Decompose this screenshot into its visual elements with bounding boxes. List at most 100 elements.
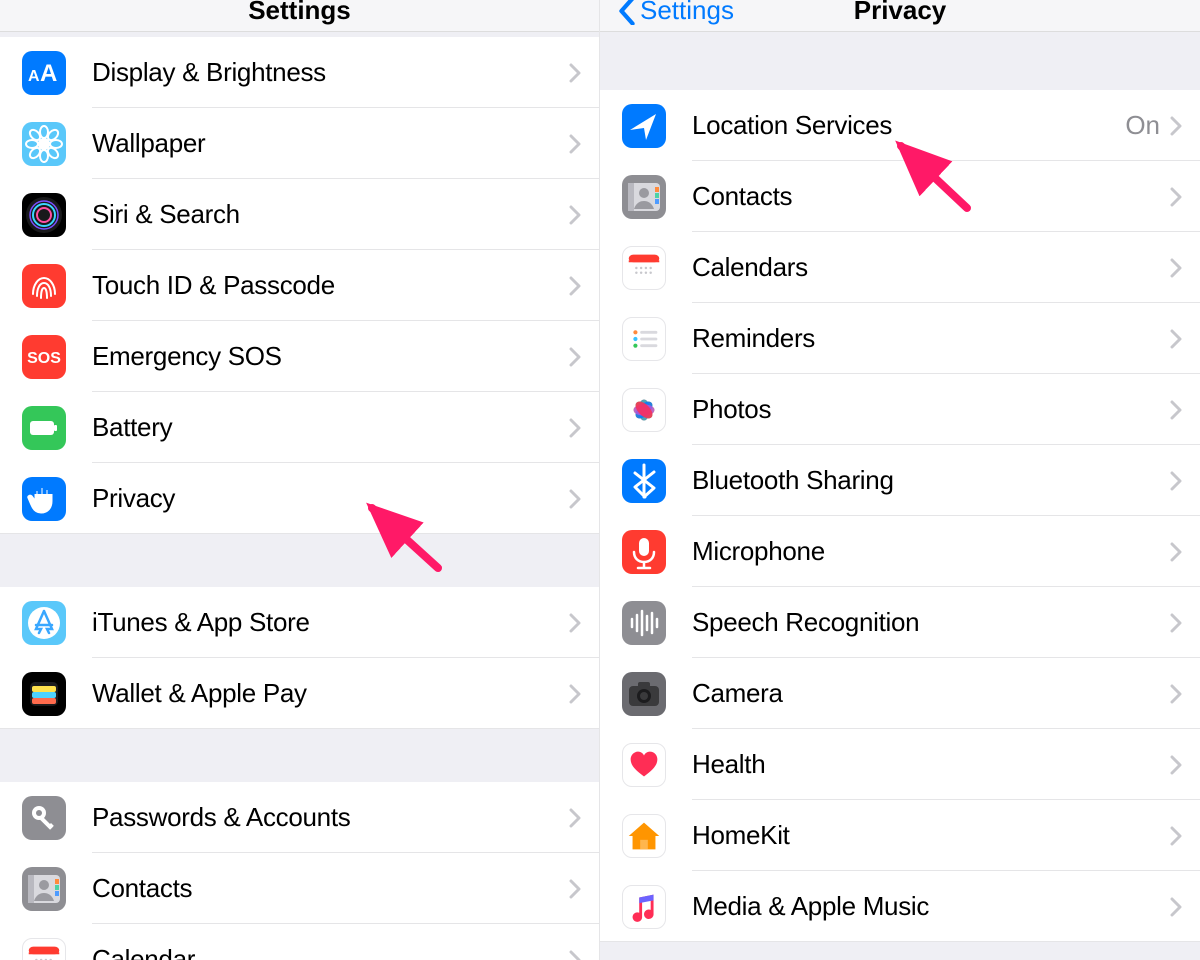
row-label: Calendar <box>92 944 569 960</box>
row-label: Privacy <box>92 483 569 514</box>
chevron-right-icon <box>569 276 581 296</box>
row-bluetooth-sharing[interactable]: Bluetooth Sharing <box>600 445 1200 516</box>
row-label: Emergency SOS <box>92 341 569 372</box>
row-touch-id[interactable]: Touch ID & Passcode <box>0 250 599 321</box>
battery-icon <box>22 406 66 450</box>
row-label: Contacts <box>692 181 1170 212</box>
chevron-right-icon <box>569 205 581 225</box>
row-label: Bluetooth Sharing <box>692 465 1170 496</box>
row-contacts[interactable]: Contacts <box>0 853 599 924</box>
contacts-icon <box>22 867 66 911</box>
chevron-right-icon <box>569 613 581 633</box>
row-label: Health <box>692 749 1170 780</box>
settings-group: Location ServicesOn Contacts Calendars Remi… <box>600 90 1200 942</box>
section-spacer <box>0 729 599 782</box>
chevron-right-icon <box>1170 471 1182 491</box>
navbar-title: Settings <box>248 0 351 23</box>
photos-icon <box>622 388 666 432</box>
chevron-right-icon <box>1170 187 1182 207</box>
back-button[interactable]: Settings <box>618 0 734 26</box>
row-label: Passwords & Accounts <box>92 802 569 833</box>
location-icon <box>622 104 666 148</box>
row-itunes-app-store[interactable]: iTunes & App Store <box>0 587 599 658</box>
row-label: Siri & Search <box>92 199 569 230</box>
row-microphone[interactable]: Microphone <box>600 516 1200 587</box>
chevron-right-icon <box>569 684 581 704</box>
camera-icon <box>622 672 666 716</box>
settings-group: Passwords & Accounts Contacts Calendar <box>0 782 599 960</box>
calendar-icon <box>622 246 666 290</box>
navbar-settings: Settings <box>0 0 599 32</box>
row-label: Contacts <box>92 873 569 904</box>
row-label: Location Services <box>692 110 1125 141</box>
chevron-right-icon <box>569 418 581 438</box>
chevron-right-icon <box>1170 542 1182 562</box>
section-spacer <box>0 534 599 587</box>
flower-icon <box>22 122 66 166</box>
key-icon <box>22 796 66 840</box>
row-calendars[interactable]: Calendars <box>600 232 1200 303</box>
chevron-right-icon <box>569 489 581 509</box>
chevron-right-icon <box>1170 400 1182 420</box>
row-homekit[interactable]: HomeKit <box>600 800 1200 871</box>
fingerprint-icon <box>22 264 66 308</box>
divider <box>0 728 599 729</box>
row-label: Camera <box>692 678 1170 709</box>
row-passwords-accounts[interactable]: Passwords & Accounts <box>0 782 599 853</box>
calendar-icon <box>22 938 66 960</box>
screenshot-container: Settings Display & Brightness Wallpaper Si… <box>0 0 1200 960</box>
divider <box>0 533 599 534</box>
row-calendar[interactable]: Calendar <box>0 924 599 960</box>
chevron-right-icon <box>1170 116 1182 136</box>
row-speech-recognition[interactable]: Speech Recognition <box>600 587 1200 658</box>
wallet-icon <box>22 672 66 716</box>
chevron-right-icon <box>1170 329 1182 349</box>
heart-icon <box>622 743 666 787</box>
row-wallet[interactable]: Wallet & Apple Pay <box>0 658 599 729</box>
home-icon <box>622 814 666 858</box>
row-contacts[interactable]: Contacts <box>600 161 1200 232</box>
navbar-privacy: Settings Privacy <box>600 0 1200 32</box>
settings-pane: Settings Display & Brightness Wallpaper Si… <box>0 0 600 960</box>
row-reminders[interactable]: Reminders <box>600 303 1200 374</box>
row-health[interactable]: Health <box>600 729 1200 800</box>
row-label: Photos <box>692 394 1170 425</box>
row-label: Display & Brightness <box>92 57 569 88</box>
waveform-icon <box>622 601 666 645</box>
chevron-right-icon <box>569 63 581 83</box>
row-value: On <box>1125 110 1160 141</box>
privacy-pane: Settings Privacy Location ServicesOn Cont… <box>600 0 1200 960</box>
siri-icon <box>22 193 66 237</box>
row-battery[interactable]: Battery <box>0 392 599 463</box>
chevron-right-icon <box>569 134 581 154</box>
chevron-right-icon <box>1170 613 1182 633</box>
row-display-brightness[interactable]: Display & Brightness <box>0 37 599 108</box>
chevron-right-icon <box>569 808 581 828</box>
microphone-icon <box>622 530 666 574</box>
row-label: Speech Recognition <box>692 607 1170 638</box>
row-camera[interactable]: Camera <box>600 658 1200 729</box>
contacts-icon <box>622 175 666 219</box>
row-wallpaper[interactable]: Wallpaper <box>0 108 599 179</box>
row-label: Touch ID & Passcode <box>92 270 569 301</box>
row-label: Battery <box>92 412 569 443</box>
reminders-icon <box>622 317 666 361</box>
row-label: Wallet & Apple Pay <box>92 678 569 709</box>
row-photos[interactable]: Photos <box>600 374 1200 445</box>
row-privacy[interactable]: Privacy <box>0 463 599 534</box>
row-siri-search[interactable]: Siri & Search <box>0 179 599 250</box>
chevron-right-icon <box>569 347 581 367</box>
hand-icon <box>22 477 66 521</box>
row-label: Wallpaper <box>92 128 569 159</box>
chevron-right-icon <box>1170 755 1182 775</box>
text-size-icon <box>22 51 66 95</box>
row-location-services[interactable]: Location ServicesOn <box>600 90 1200 161</box>
row-label: Media & Apple Music <box>692 891 1170 922</box>
row-media-apple-music[interactable]: Media & Apple Music <box>600 871 1200 942</box>
chevron-right-icon <box>1170 258 1182 278</box>
settings-group: Display & Brightness Wallpaper Siri & Sear… <box>0 37 599 534</box>
row-label: Reminders <box>692 323 1170 354</box>
row-emergency-sos[interactable]: Emergency SOS <box>0 321 599 392</box>
chevron-right-icon <box>1170 684 1182 704</box>
bluetooth-icon <box>622 459 666 503</box>
